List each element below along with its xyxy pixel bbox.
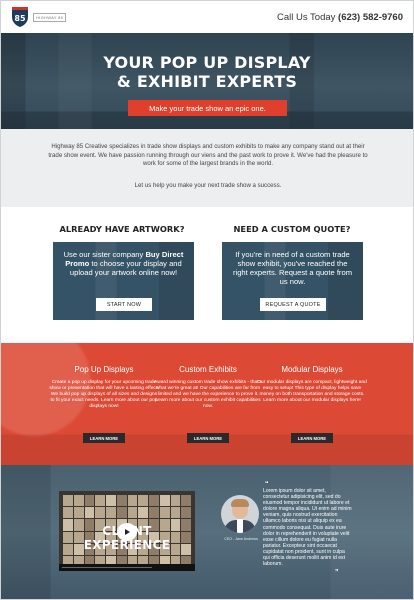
artwork-card-text: Use our sister company Buy Direct Promo … bbox=[61, 250, 186, 277]
phone-prefix: Call Us Today bbox=[276, 11, 339, 23]
service-title: Pop Up Displays bbox=[74, 365, 134, 374]
service-custom-exhibits: Custom Exhibits Award winning custom tra… bbox=[153, 365, 263, 443]
service-text: Award winning custom trade show exhibits… bbox=[154, 380, 262, 410]
avatar bbox=[221, 495, 259, 533]
hero-title-line1: YOUR POP UP DISPLAY bbox=[103, 53, 311, 72]
video-controls[interactable] bbox=[59, 564, 195, 571]
quote-card-text: If you're in need of a custom trade show… bbox=[232, 250, 353, 286]
open-quote-icon: “ bbox=[265, 481, 269, 488]
quote-card: If you're in need of a custom trade show… bbox=[222, 242, 363, 320]
action-columns: ALREADY HAVE ARTWORK? Use our sister com… bbox=[1, 207, 413, 343]
phone-number[interactable]: (623) 582-9760 bbox=[338, 12, 403, 23]
hero-banner: YOUR POP UP DISPLAY & EXHIBIT EXPERTS Ma… bbox=[1, 33, 413, 129]
service-title: Modular Displays bbox=[281, 365, 343, 374]
service-pop-up-displays: Pop Up Displays Create a pop up display … bbox=[49, 365, 159, 443]
request-quote-button[interactable]: REQUEST A QUOTE bbox=[260, 298, 326, 311]
quote-heading: NEED A CUSTOM QUOTE? bbox=[233, 224, 351, 234]
service-text: Our modular displays are compact, lightw… bbox=[257, 380, 367, 404]
testimonial-quote: Lorem ipsum dolor sit amet, consectetur … bbox=[263, 488, 352, 568]
learn-more-button[interactable]: LEARN MORE bbox=[291, 433, 333, 443]
close-quote-icon: ” bbox=[335, 569, 339, 576]
highway-shield-icon: 85 bbox=[10, 6, 30, 28]
service-title: Custom Exhibits bbox=[179, 365, 237, 374]
client-experience-section: CLIENT EXPERIENCE CEO - Jane Andrews “ L… bbox=[1, 465, 413, 599]
highway-85-logo[interactable]: 85 HIGHWAY 85 bbox=[10, 6, 67, 28]
logo-number: 85 bbox=[14, 14, 26, 23]
service-modular-displays: Modular Displays Our modular displays ar… bbox=[257, 365, 367, 443]
page: 85 HIGHWAY 85 Call Us Today (623) 582-97… bbox=[0, 0, 414, 600]
services-section: Pop Up Displays Create a pop up display … bbox=[1, 343, 413, 465]
intro-section: Highway 85 Creative specializes in trade… bbox=[1, 129, 413, 207]
logo-tagline: HIGHWAY 85 bbox=[33, 12, 67, 22]
play-icon[interactable] bbox=[117, 523, 137, 541]
artwork-heading: ALREADY HAVE ARTWORK? bbox=[59, 224, 185, 234]
video-progress[interactable] bbox=[62, 567, 152, 568]
service-text: Create a pop up display for your upcomin… bbox=[49, 380, 159, 410]
artwork-card: Use our sister company Buy Direct Promo … bbox=[53, 242, 194, 320]
intro-tagline: Let us help you make your next trade sho… bbox=[134, 182, 282, 189]
phone-callout[interactable]: Call Us Today (623) 582-9760 bbox=[277, 12, 403, 23]
client-video[interactable]: CLIENT EXPERIENCE bbox=[59, 491, 195, 571]
artwork-text-before: Use our sister company bbox=[63, 250, 146, 259]
testimonial-author: CEO - Jane Andrews bbox=[224, 537, 258, 541]
start-now-button[interactable]: START NOW bbox=[96, 298, 152, 311]
hero-title-line2: & EXHIBIT EXPERTS bbox=[116, 72, 298, 91]
learn-more-button[interactable]: LEARN MORE bbox=[83, 433, 125, 443]
hero-title: YOUR POP UP DISPLAY & EXHIBIT EXPERTS bbox=[1, 53, 413, 91]
hero-cta-button[interactable]: Make your trade show an epic one. bbox=[128, 100, 287, 116]
site-header: 85 HIGHWAY 85 Call Us Today (623) 582-97… bbox=[1, 1, 413, 33]
learn-more-button[interactable]: LEARN MORE bbox=[187, 433, 229, 443]
intro-paragraph: Highway 85 Creative specializes in trade… bbox=[48, 143, 368, 168]
